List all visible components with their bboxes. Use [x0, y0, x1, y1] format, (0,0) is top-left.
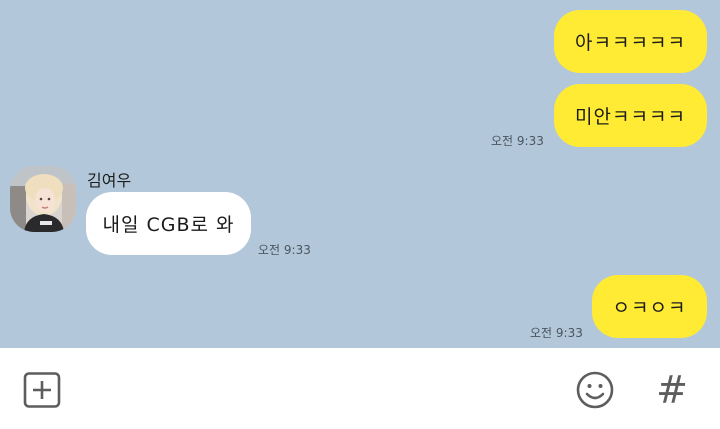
emoji-button[interactable]	[575, 370, 615, 410]
my-message-bubble[interactable]: ㅇㅋㅇㅋ	[592, 275, 707, 338]
chat-screen: 아ㅋㅋㅋㅋㅋ 미안ㅋㅋㅋㅋ 오전 9:33 김여우 내일 CGB로 와 오전 9…	[0, 0, 720, 429]
hashtag-button[interactable]: #	[650, 368, 694, 412]
attach-button[interactable]	[22, 372, 62, 408]
plus-box-icon	[23, 372, 61, 408]
my-message-bubble[interactable]: 아ㅋㅋㅋㅋㅋ	[554, 10, 707, 73]
message-text: ㅇㅋㅇㅋ	[612, 297, 687, 319]
message-timestamp: 오전 9:33	[491, 134, 544, 148]
message-input-bar: #	[0, 348, 720, 429]
message-text: 미안ㅋㅋㅋㅋ	[575, 106, 686, 128]
avatar[interactable]	[10, 166, 76, 232]
message-text: 내일 CGB로 와	[102, 214, 235, 236]
message-timestamp: 오전 9:33	[530, 326, 583, 340]
message-list[interactable]: 아ㅋㅋㅋㅋㅋ 미안ㅋㅋㅋㅋ 오전 9:33 김여우 내일 CGB로 와 오전 9…	[0, 0, 720, 348]
sender-name: 김여우	[87, 171, 132, 190]
emoji-icon	[576, 371, 614, 409]
profile-photo	[10, 166, 76, 232]
my-message-bubble[interactable]: 미안ㅋㅋㅋㅋ	[554, 84, 707, 147]
message-text: 아ㅋㅋㅋㅋㅋ	[575, 32, 686, 54]
incoming-message-bubble[interactable]: 내일 CGB로 와	[86, 192, 251, 255]
message-timestamp: 오전 9:33	[258, 243, 311, 257]
hashtag-icon: #	[656, 368, 688, 412]
